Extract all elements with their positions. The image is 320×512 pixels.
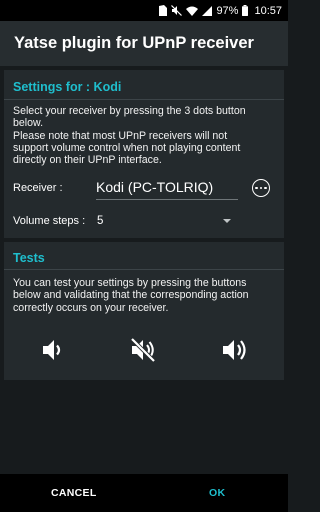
tests-description: You can test your settings by pressing t…	[13, 277, 249, 314]
volume-steps-label: Volume steps :	[13, 215, 86, 227]
settings-title: Settings for : Kodi	[13, 80, 122, 94]
settings-section: Settings for : Kodi Select your receiver…	[4, 70, 284, 238]
receiver-field[interactable]: Kodi (PC-TOLRIQ)	[96, 179, 213, 195]
volume-mute-button[interactable]	[128, 335, 158, 365]
tests-section: Tests You can test your settings by pres…	[4, 242, 284, 380]
sim-card-icon	[159, 0, 168, 21]
dot-icon	[255, 186, 258, 190]
battery-icon	[242, 0, 249, 21]
dot-icon	[259, 186, 263, 190]
page-title: Yatse plugin for UPnP receiver	[14, 34, 254, 52]
cancel-button[interactable]: CANCEL	[51, 474, 97, 512]
volume-steps-select[interactable]: 5	[97, 215, 103, 227]
receiver-underline	[96, 199, 238, 200]
status-bar: 97% 10:57	[0, 0, 288, 21]
volume-down-icon	[43, 340, 61, 360]
volume-down-button[interactable]	[38, 335, 68, 365]
dialog-footer: CANCEL OK	[0, 474, 288, 512]
wifi-icon	[186, 0, 199, 21]
volume-up-button[interactable]	[220, 335, 250, 365]
signal-icon	[202, 0, 213, 21]
volume-mute-icon	[130, 337, 156, 363]
mute-icon	[171, 0, 183, 21]
dot-icon	[264, 186, 267, 190]
ok-button[interactable]: OK	[209, 474, 225, 512]
receiver-label: Receiver :	[13, 182, 63, 194]
volume-up-icon	[223, 340, 246, 360]
app-header: Yatse plugin for UPnP receiver	[0, 21, 288, 66]
more-options-button[interactable]	[252, 179, 270, 197]
chevron-down-icon[interactable]	[223, 219, 231, 223]
tests-title: Tests	[13, 251, 45, 265]
settings-description: Select your receiver by pressing the 3 d…	[13, 105, 246, 167]
battery-level: 97%	[216, 4, 239, 17]
tests-divider	[4, 269, 284, 270]
clock: 10:57	[254, 4, 282, 17]
settings-divider	[4, 99, 284, 100]
